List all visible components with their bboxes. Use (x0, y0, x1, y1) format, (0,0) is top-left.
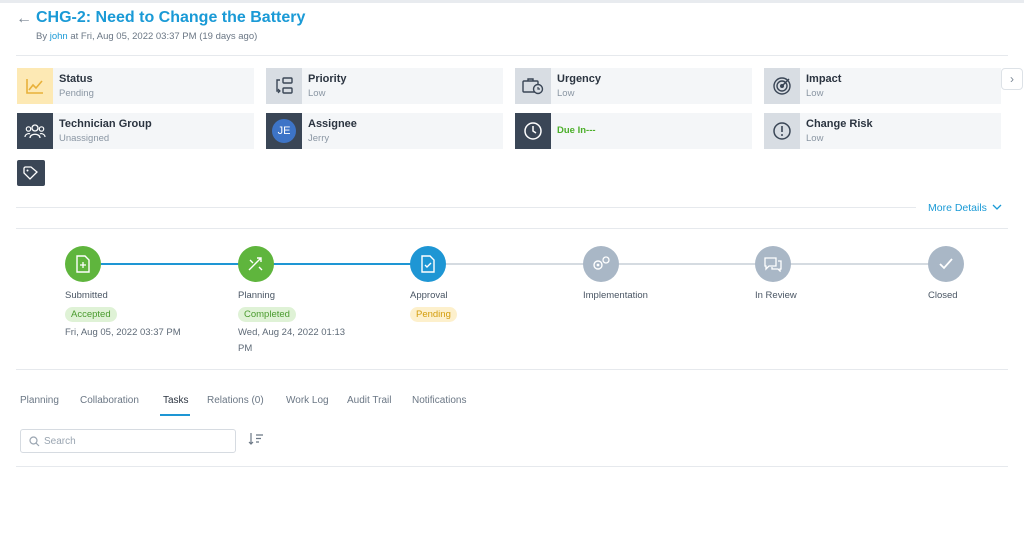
page-title: CHG-2: Need to Change the Battery (36, 9, 306, 26)
status-card[interactable]: Status Pending (17, 68, 254, 104)
due-in-card[interactable]: Due In--- (515, 113, 752, 149)
change-risk-card[interactable]: Change Risk Low (764, 113, 1001, 149)
priority-label: Priority (308, 73, 347, 85)
tab-relations[interactable]: Relations (0) (207, 395, 264, 406)
more-details-label: More Details (928, 202, 987, 214)
sort-icon (248, 433, 263, 445)
step-submitted-date: Fri, Aug 05, 2022 03:37 PM (65, 327, 181, 338)
target-icon (764, 68, 800, 104)
urgency-card[interactable]: Urgency Low (515, 68, 752, 104)
creator-link[interactable]: john (50, 31, 68, 42)
created-by-line: By john at Fri, Aug 05, 2022 03:37 PM (1… (36, 31, 257, 42)
alert-circle-icon (764, 113, 800, 149)
impact-label: Impact (806, 73, 842, 85)
tab-audit-trail[interactable]: Audit Trail (347, 395, 391, 406)
tag-icon (23, 166, 38, 180)
top-border (0, 0, 1024, 3)
status-badge: Completed (238, 307, 296, 322)
created-at: at Fri, Aug 05, 2022 03:37 PM (19 days a… (67, 31, 258, 42)
back-arrow-icon[interactable]: ← (16, 10, 32, 28)
progress-track-remaining (446, 263, 946, 265)
technician-group-value: Unassigned (59, 133, 110, 144)
clock-icon (515, 113, 551, 149)
search-box[interactable] (20, 429, 236, 453)
priority-card[interactable]: Priority Low (266, 68, 503, 104)
tab-planning[interactable]: Planning (20, 395, 59, 406)
urgency-value: Low (557, 88, 575, 99)
next-arrow-button[interactable]: › (1001, 68, 1023, 90)
chevron-down-icon (992, 204, 1002, 210)
priority-value: Low (308, 88, 326, 99)
step-closed-icon (928, 246, 964, 282)
technician-group-card[interactable]: Technician Group Unassigned (17, 113, 254, 149)
step-in-review-label: In Review (755, 290, 797, 301)
priority-icon (266, 68, 302, 104)
search-icon (29, 435, 40, 446)
step-submitted-label: Submitted (65, 290, 108, 301)
step-implementation-icon (583, 246, 619, 282)
change-risk-value: Low (806, 133, 824, 144)
step-in-review-icon (755, 246, 791, 282)
impact-value: Low (806, 88, 824, 99)
active-tab-indicator (160, 414, 190, 416)
due-in-value: Due In--- (557, 125, 596, 136)
divider (16, 55, 1008, 56)
change-risk-label: Change Risk (806, 118, 873, 130)
assignee-label: Assignee (308, 118, 357, 130)
tag-button[interactable] (17, 160, 45, 186)
impact-card[interactable]: Impact Low (764, 68, 1001, 104)
assignee-avatar-box: JE (266, 113, 302, 149)
status-badge: Accepted (65, 307, 117, 322)
sort-button[interactable] (248, 432, 264, 451)
search-input[interactable] (44, 435, 224, 447)
tab-notifications[interactable]: Notifications (412, 395, 466, 406)
divider (16, 369, 1008, 370)
status-value: Pending (59, 88, 94, 99)
step-planning-date: Wed, Aug 24, 2022 01:13 PM (238, 327, 346, 354)
more-details-link[interactable]: More Details (928, 202, 1002, 214)
step-implementation-label: Implementation (583, 290, 648, 301)
step-approval-label: Approval (410, 290, 448, 301)
assignee-card[interactable]: JE Assignee Jerry (266, 113, 503, 149)
tab-collaboration[interactable]: Collaboration (80, 395, 139, 406)
step-closed-label: Closed (928, 290, 958, 301)
chart-line-icon (17, 68, 53, 104)
divider (16, 228, 1008, 229)
by-prefix: By (36, 31, 50, 42)
avatar: JE (272, 119, 296, 143)
chevron-right-icon: › (1010, 72, 1014, 86)
tab-tasks[interactable]: Tasks (163, 395, 189, 406)
urgency-label: Urgency (557, 73, 602, 85)
group-icon (17, 113, 53, 149)
step-approval-icon (410, 246, 446, 282)
step-planning-icon (238, 246, 274, 282)
step-submitted-icon (65, 246, 101, 282)
assignee-value: Jerry (308, 133, 330, 144)
step-planning-label: Planning (238, 290, 275, 301)
status-label: Status (59, 73, 93, 85)
status-badge: Pending (410, 307, 457, 322)
divider (16, 207, 916, 208)
divider (16, 466, 1008, 467)
technician-group-label: Technician Group (59, 118, 152, 130)
briefcase-clock-icon (515, 68, 551, 104)
tab-work-log[interactable]: Work Log (286, 395, 329, 406)
